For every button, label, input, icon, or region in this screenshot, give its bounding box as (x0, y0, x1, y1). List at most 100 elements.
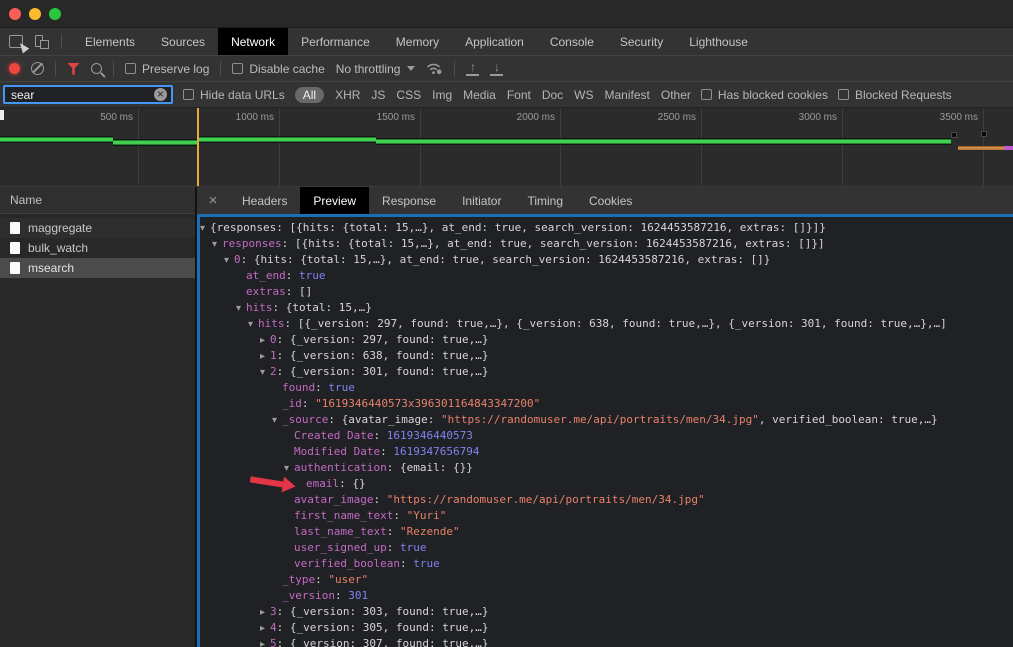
disclosure-triangle-icon[interactable]: ▸ (260, 605, 270, 621)
type-filter-ws[interactable]: WS (574, 88, 593, 102)
disable-cache-checkbox[interactable]: Disable cache (232, 62, 324, 76)
request-row-msearch[interactable]: msearch (0, 258, 195, 278)
detail-tab-timing[interactable]: Timing (514, 187, 576, 214)
type-filter-media[interactable]: Media (463, 88, 496, 102)
disclosure-triangle-icon[interactable]: ▾ (236, 301, 246, 317)
tab-memory[interactable]: Memory (383, 28, 452, 55)
type-filter-doc[interactable]: Doc (542, 88, 563, 102)
tree-row[interactable]: ▸1: {_version: 638, found: true,…} (200, 348, 1013, 364)
checkbox-icon[interactable] (183, 89, 194, 100)
tab-console[interactable]: Console (537, 28, 607, 55)
disclosure-triangle-icon[interactable]: ▾ (248, 317, 258, 333)
clear-icon[interactable] (31, 62, 44, 75)
tree-row[interactable]: user_signed_up: true (200, 540, 1013, 556)
tree-row[interactable]: first_name_text: "Yuri" (200, 508, 1013, 524)
throttling-select[interactable]: No throttling (336, 62, 416, 76)
tree-row[interactable]: extras: [] (200, 284, 1013, 300)
checkbox-icon[interactable] (838, 89, 849, 100)
disclosure-triangle-icon[interactable]: ▾ (272, 413, 282, 429)
tree-row[interactable]: found: true (200, 380, 1013, 396)
network-conditions-icon[interactable] (426, 62, 443, 75)
tree-row[interactable]: ▾2: {_version: 301, found: true,…} (200, 364, 1013, 380)
blocked-requests-checkbox[interactable]: Blocked Requests (838, 88, 952, 102)
disclosure-triangle-icon[interactable]: ▸ (260, 349, 270, 365)
tree-row[interactable]: ▸3: {_version: 303, found: true,…} (200, 604, 1013, 620)
type-filter-font[interactable]: Font (507, 88, 531, 102)
record-icon[interactable] (9, 63, 20, 74)
detail-tab-headers[interactable]: Headers (229, 187, 300, 214)
traffic-light-maximize-icon[interactable] (49, 8, 61, 20)
type-filter-css[interactable]: CSS (396, 88, 421, 102)
search-icon[interactable] (91, 63, 102, 74)
tree-row[interactable]: ▾authentication: {email: {}} (200, 460, 1013, 476)
disclosure-triangle-icon[interactable]: ▾ (284, 461, 294, 477)
has-blocked-cookies-checkbox[interactable]: Has blocked cookies (701, 88, 828, 102)
tree-row[interactable]: Created Date: 1619346440573 (200, 428, 1013, 444)
detail-tab-initiator[interactable]: Initiator (449, 187, 514, 214)
import-har-icon[interactable]: ↑ (466, 62, 479, 76)
tab-elements[interactable]: Elements (72, 28, 148, 55)
checkbox-icon[interactable] (125, 63, 136, 74)
tree-row[interactable]: _version: 301 (200, 588, 1013, 604)
detail-tab-cookies[interactable]: Cookies (576, 187, 645, 214)
detail-tab-response[interactable]: Response (369, 187, 449, 214)
tab-application[interactable]: Application (452, 28, 537, 55)
tab-performance[interactable]: Performance (288, 28, 383, 55)
tree-row[interactable]: ▾0: {hits: {total: 15,…}, at_end: true, … (200, 252, 1013, 268)
tree-row[interactable]: at_end: true (200, 268, 1013, 284)
tree-row[interactable]: last_name_text: "Rezende" (200, 524, 1013, 540)
tree-row[interactable]: Modified Date: 1619347656794 (200, 444, 1013, 460)
close-icon[interactable] (197, 187, 229, 214)
tree-row[interactable]: ▸0: {_version: 297, found: true,…} (200, 332, 1013, 348)
disclosure-triangle-icon[interactable]: ▾ (212, 237, 222, 253)
tree-row[interactable]: _id: "1619346440573x396301164843347200" (200, 396, 1013, 412)
request-row-maggregate[interactable]: maggregate (0, 218, 195, 238)
tab-lighthouse[interactable]: Lighthouse (676, 28, 761, 55)
tree-row[interactable]: avatar_image: "https://randomuser.me/api… (200, 492, 1013, 508)
tree-row[interactable]: ▸4: {_version: 305, found: true,…} (200, 620, 1013, 636)
tree-row[interactable]: ▸5: {_version: 307, found: true,…} (200, 636, 1013, 647)
type-filter-other[interactable]: Other (661, 88, 691, 102)
tree-row[interactable]: ▾hits: [{_version: 297, found: true,…}, … (200, 316, 1013, 332)
preserve-log-checkbox[interactable]: Preserve log (125, 62, 209, 76)
type-filter-img[interactable]: Img (432, 88, 452, 102)
detail-tab-preview[interactable]: Preview (300, 187, 369, 214)
tree-row[interactable]: ▾hits: {total: 15,…} (200, 300, 1013, 316)
tab-sources[interactable]: Sources (148, 28, 218, 55)
disclosure-triangle-icon[interactable]: ▸ (260, 621, 270, 637)
tree-row[interactable]: ▾_source: {avatar_image: "https://random… (200, 412, 1013, 428)
export-har-icon[interactable]: ↓ (490, 62, 503, 76)
traffic-light-close-icon[interactable] (9, 8, 21, 20)
device-toolbar-icon[interactable] (35, 35, 49, 48)
disclosure-triangle-icon[interactable]: ▾ (224, 253, 234, 269)
inspect-element-icon[interactable] (9, 35, 23, 48)
traffic-light-minimize-icon[interactable] (29, 8, 41, 20)
preview-pane[interactable]: ▾{responses: [{hits: {total: 15,…}, at_e… (197, 214, 1013, 647)
disclosure-triangle-icon[interactable]: ▾ (200, 221, 210, 237)
request-row-bulk_watch[interactable]: bulk_watch (0, 238, 195, 258)
tree-row[interactable]: ▾{responses: [{hits: {total: 15,…}, at_e… (200, 220, 1013, 236)
clear-filter-icon[interactable] (154, 88, 167, 101)
name-column-header[interactable]: Name (0, 187, 195, 214)
filter-input[interactable]: sear (3, 85, 173, 104)
tree-row[interactable]: _type: "user" (200, 572, 1013, 588)
requests-panel: Name maggregatebulk_watchmsearch (0, 187, 197, 647)
disclosure-triangle-icon[interactable]: ▸ (260, 333, 270, 349)
type-filter-all[interactable]: All (295, 87, 324, 103)
tab-security[interactable]: Security (607, 28, 676, 55)
checkbox-icon[interactable] (701, 89, 712, 100)
tree-text: first_name_text (294, 509, 393, 522)
hide-data-urls-checkbox[interactable]: Hide data URLs (183, 88, 285, 102)
timeline-overview[interactable]: 500 ms1000 ms1500 ms2000 ms2500 ms3000 m… (0, 108, 1013, 187)
checkbox-icon[interactable] (232, 63, 243, 74)
type-filter-manifest[interactable]: Manifest (605, 88, 650, 102)
type-filter-js[interactable]: JS (371, 88, 385, 102)
tree-row[interactable]: verified_boolean: true (200, 556, 1013, 572)
tab-network[interactable]: Network (218, 28, 288, 55)
tree-row[interactable]: ▾responses: [{hits: {total: 15,…}, at_en… (200, 236, 1013, 252)
type-filter-xhr[interactable]: XHR (335, 88, 360, 102)
disclosure-triangle-icon[interactable]: ▾ (260, 365, 270, 381)
tree-row[interactable]: email: {} (200, 476, 1013, 492)
disclosure-triangle-icon[interactable]: ▸ (260, 637, 270, 647)
filter-icon[interactable] (67, 63, 80, 75)
